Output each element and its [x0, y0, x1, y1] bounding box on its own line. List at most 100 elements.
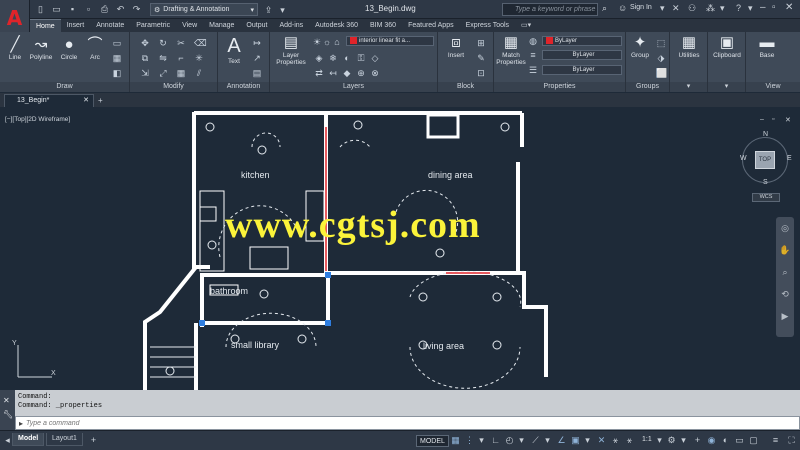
- group-edit-icon[interactable]: ⬗: [656, 53, 666, 63]
- new-tab-icon[interactable]: +: [98, 96, 103, 105]
- model-space-button[interactable]: MODEL: [416, 435, 449, 447]
- layer-properties-button[interactable]: ▤ Layer Properties: [272, 34, 310, 66]
- layer-isolate-icon[interactable]: ◈: [314, 53, 324, 63]
- region-icon[interactable]: ◧: [112, 68, 122, 78]
- polyline-tool[interactable]: ↝ Polyline: [27, 36, 55, 61]
- grip[interactable]: [199, 320, 205, 326]
- zoom-icon[interactable]: ⌕: [779, 267, 791, 278]
- lightbulb-icon[interactable]: ☀: [312, 37, 322, 47]
- redo-icon[interactable]: ↷: [130, 2, 143, 16]
- add-layout-icon[interactable]: +: [88, 435, 99, 445]
- document-tab[interactable]: 13_Begin* ✕: [4, 94, 94, 107]
- clipboard-button[interactable]: ▣ Clipboard: [708, 34, 746, 59]
- add-scale-icon[interactable]: +: [692, 435, 703, 445]
- isolate-objects-icon[interactable]: ◐: [720, 435, 731, 445]
- linetype-dropdown[interactable]: ByLayer: [542, 65, 622, 75]
- layer-previous-icon[interactable]: ↤: [328, 68, 338, 78]
- maximize-icon[interactable]: ▫: [772, 2, 776, 13]
- compass-west[interactable]: W: [740, 155, 747, 162]
- layer-merge-icon[interactable]: ⊕: [356, 68, 366, 78]
- ribbon-options-icon[interactable]: ▭▾: [515, 19, 537, 32]
- lineweight-icon[interactable]: ≡: [528, 50, 538, 60]
- arc-tool[interactable]: ⌒ Arc: [84, 36, 106, 61]
- color-wheel-icon[interactable]: ◍: [528, 36, 538, 46]
- layer-off-icon[interactable]: ◐: [342, 53, 352, 63]
- customize-icon[interactable]: ≡: [770, 435, 781, 445]
- base-view-button[interactable]: ▬ Base: [754, 34, 780, 59]
- match-properties-button[interactable]: ▦ Match Properties: [496, 34, 526, 66]
- stay-connected-icon[interactable]: ⚇: [688, 3, 696, 14]
- table-icon[interactable]: ▤: [252, 68, 262, 78]
- sun-icon[interactable]: ☼: [322, 37, 332, 47]
- grid-icon[interactable]: ▦: [450, 435, 461, 446]
- tab-add-ins[interactable]: Add-ins: [273, 19, 309, 32]
- tab-model[interactable]: Model: [12, 433, 45, 446]
- fillet-icon[interactable]: ⌐: [176, 53, 186, 63]
- tab-autodesk-360[interactable]: Autodesk 360: [309, 19, 364, 32]
- exchange-apps-icon[interactable]: ✕: [672, 3, 680, 14]
- undo-icon[interactable]: ↶: [114, 2, 127, 16]
- dropdown-arrow-icon[interactable]: ▾: [654, 435, 665, 446]
- new-icon[interactable]: ▯: [34, 2, 47, 16]
- save-as-icon[interactable]: ▫: [82, 2, 95, 16]
- polar-icon[interactable]: ◴: [504, 435, 515, 446]
- workspace-switch-icon[interactable]: ⚙: [666, 435, 677, 446]
- viewcube-top-face[interactable]: TOP: [755, 151, 775, 169]
- open-icon[interactable]: ▭: [50, 2, 63, 16]
- tab-parametric[interactable]: Parametric: [130, 19, 176, 32]
- panel-layers-title[interactable]: Layers: [270, 82, 437, 92]
- rotate-icon[interactable]: ↻: [158, 38, 168, 48]
- explode-icon[interactable]: ✳: [194, 53, 204, 63]
- command-input[interactable]: [26, 417, 767, 429]
- hardware-acceleration-icon[interactable]: ◉: [706, 435, 717, 446]
- rectangle-icon[interactable]: ▭: [112, 38, 122, 48]
- close-icon[interactable]: ✕: [83, 95, 89, 107]
- tab-home[interactable]: Home: [30, 19, 61, 32]
- tab-bim-360[interactable]: BIM 360: [364, 19, 402, 32]
- close-icon[interactable]: ✕: [785, 2, 793, 13]
- minimize-icon[interactable]: –: [760, 2, 766, 13]
- block-attribute-icon[interactable]: ⊡: [476, 68, 486, 78]
- isodraft-icon[interactable]: ⟋: [530, 435, 541, 446]
- viewport-minimize-icon[interactable]: –: [760, 116, 764, 123]
- group-selection-icon[interactable]: ⬜: [656, 68, 667, 78]
- ortho-icon[interactable]: ∟: [490, 435, 501, 445]
- utilities-button[interactable]: ▦ Utilities: [672, 34, 706, 59]
- save-icon[interactable]: ▪: [66, 2, 79, 16]
- layer-lock-icon[interactable]: ⚿: [356, 53, 366, 63]
- insert-block-button[interactable]: ⧈ Insert: [442, 34, 470, 59]
- orbit-icon[interactable]: ⟲: [779, 289, 791, 300]
- tab-manage[interactable]: Manage: [203, 19, 240, 32]
- dropdown-arrow-icon[interactable]: ▾: [516, 435, 527, 446]
- tab-annotate[interactable]: Annotate: [90, 19, 130, 32]
- connect-icon[interactable]: ⁂: [706, 3, 715, 14]
- viewcube[interactable]: N S W E TOP WCS: [738, 131, 794, 209]
- layer-delete-icon[interactable]: ⊗: [370, 68, 380, 78]
- dropdown-arrow-icon[interactable]: ▾: [748, 3, 753, 14]
- wrench-icon[interactable]: 🔧︎: [3, 410, 13, 419]
- viewport-restore-icon[interactable]: ▫: [772, 116, 774, 123]
- object-snap-tracking-icon[interactable]: ∠: [556, 435, 567, 446]
- compass-north[interactable]: N: [763, 131, 768, 138]
- dropdown-arrow-icon[interactable]: ▾: [476, 435, 487, 446]
- compass-east[interactable]: E: [787, 155, 792, 162]
- tab-view[interactable]: View: [176, 19, 203, 32]
- sign-in-button[interactable]: Sign In: [630, 4, 652, 11]
- pan-icon[interactable]: ✋: [779, 245, 791, 256]
- user-icon[interactable]: ☺: [618, 3, 627, 13]
- object-snap-icon[interactable]: ▣: [570, 435, 581, 446]
- create-block-icon[interactable]: ⊞: [476, 38, 486, 48]
- panel-groups-title[interactable]: Groups: [626, 82, 669, 92]
- tab-output[interactable]: Output: [240, 19, 273, 32]
- command-prompt-icon[interactable]: ▸: [19, 419, 23, 428]
- edit-block-icon[interactable]: ✎: [476, 53, 486, 63]
- annotation-scale[interactable]: 1:1: [642, 436, 652, 443]
- tab-insert[interactable]: Insert: [61, 19, 91, 32]
- close-icon[interactable]: ✕: [3, 396, 10, 405]
- dropdown-arrow-icon[interactable]: ▾: [660, 3, 665, 14]
- copy-icon[interactable]: ⧉: [140, 53, 150, 63]
- graphics-performance-icon[interactable]: ▭: [734, 435, 745, 446]
- clipboard-expand[interactable]: ▾: [708, 82, 745, 92]
- grip[interactable]: [325, 320, 331, 326]
- stretch-icon[interactable]: ⇲: [140, 68, 150, 78]
